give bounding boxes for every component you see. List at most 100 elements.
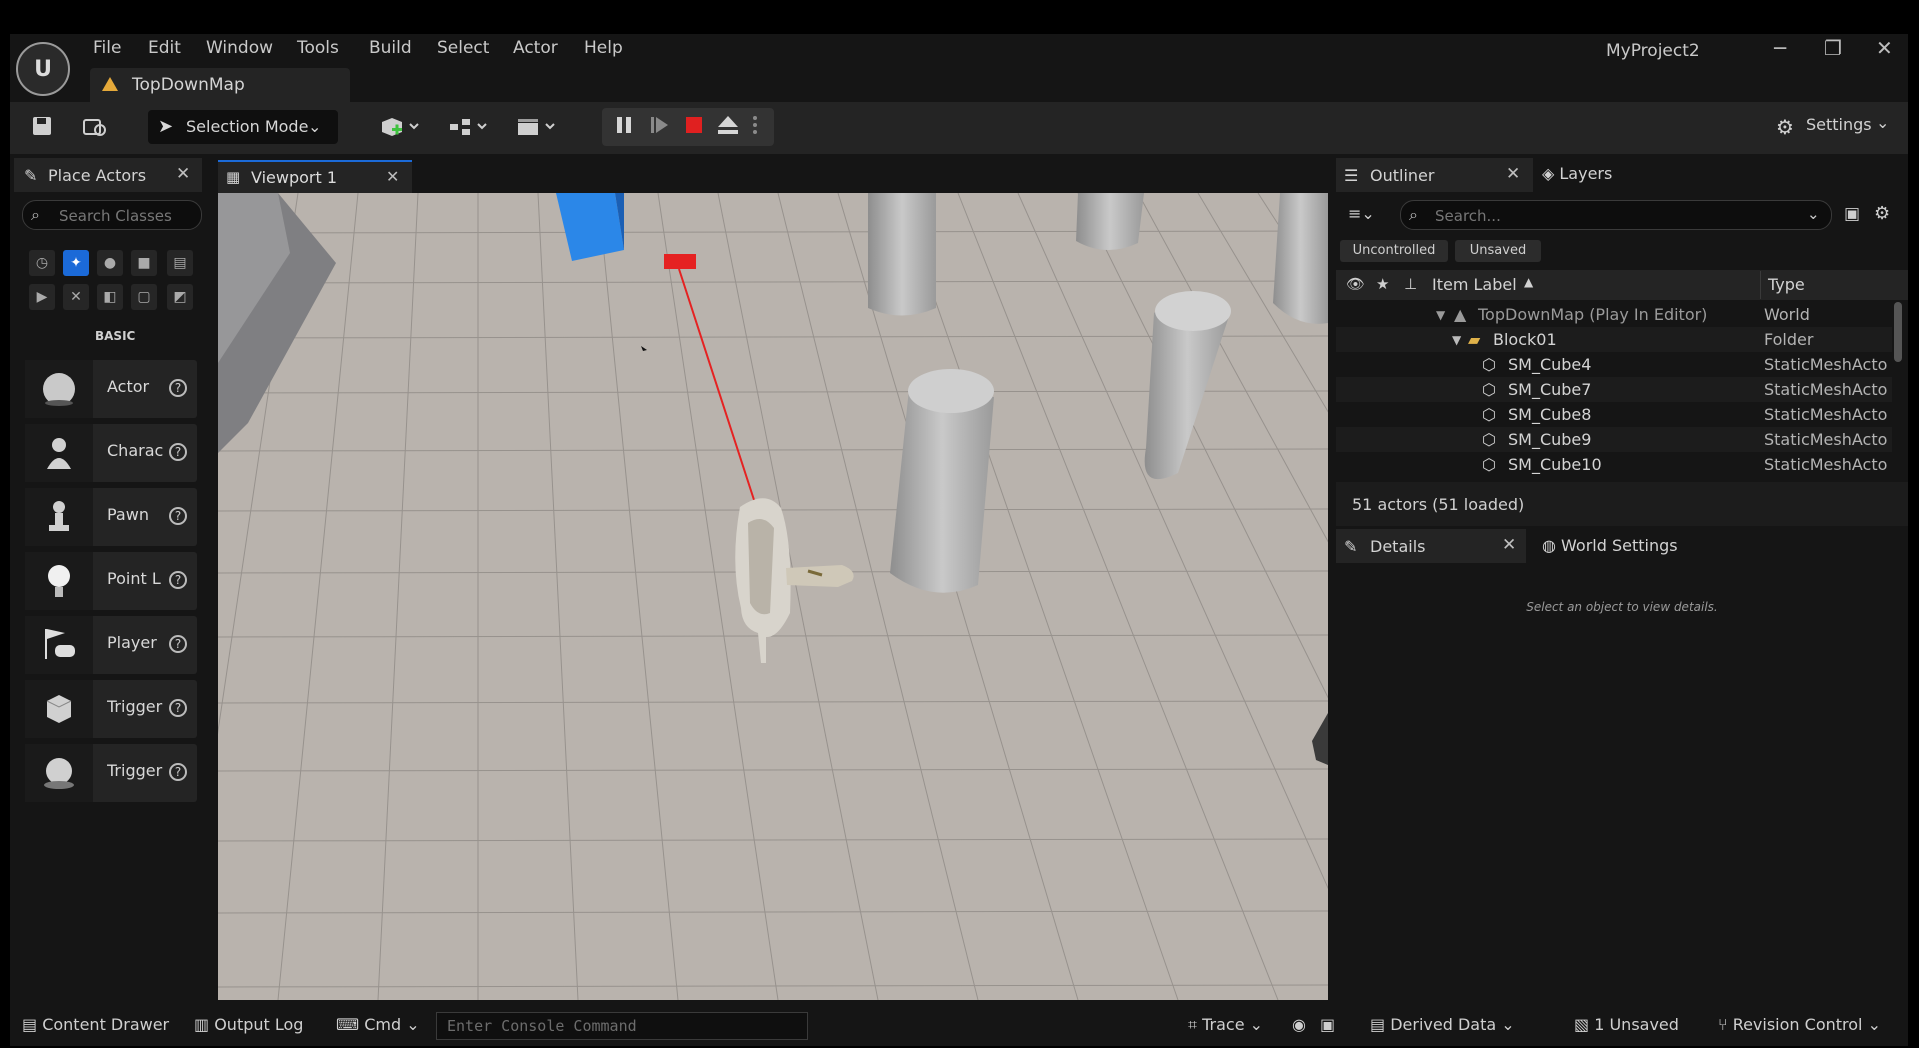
search-icon: ⌕ (1409, 205, 1418, 224)
cinematic-category-icon[interactable]: ▤ (167, 250, 193, 276)
help-icon[interactable]: ? (169, 635, 187, 653)
table-row[interactable]: ▼ ▰ Block01 Folder (1336, 327, 1892, 352)
lights-icon[interactable]: ● (97, 250, 123, 276)
save-icon[interactable] (29, 114, 55, 140)
outliner-scrollbar[interactable] (1894, 302, 1902, 362)
search-classes-placeholder: Search Classes (59, 207, 172, 225)
volumes-icon[interactable]: ◧ (97, 284, 123, 310)
filter-unsaved[interactable]: Unsaved (1455, 240, 1541, 262)
add-actor-icon[interactable] (376, 114, 424, 140)
close-icon[interactable]: ✕ (1876, 36, 1893, 60)
selection-mode-dropdown[interactable]: ➤ Selection Mode ⌄ (148, 110, 338, 144)
help-icon[interactable]: ? (169, 443, 187, 461)
all-classes-icon[interactable]: ▢ (131, 284, 157, 310)
blueprint-icon[interactable] (444, 114, 492, 140)
menu-actor[interactable]: Actor (513, 38, 558, 58)
actor-item-actor[interactable]: Actor ? (25, 360, 197, 418)
menu-edit[interactable]: Edit (148, 38, 181, 58)
table-row[interactable]: ⬡ SM_Cube4 StaticMeshActo (1336, 352, 1892, 377)
derived-data-dropdown[interactable]: ▤ Derived Data ⌄ (1370, 1015, 1515, 1034)
cinematics-icon[interactable] (512, 114, 560, 140)
level-viewport[interactable] (218, 193, 1328, 1000)
expand-arrow-icon[interactable]: ▼ (1452, 333, 1461, 347)
layers-tab[interactable]: ◈ Layers (1542, 164, 1612, 183)
table-row[interactable]: ⬡ SM_Cube8 StaticMeshActo (1336, 402, 1892, 427)
close-details-icon[interactable]: ✕ (1502, 535, 1516, 555)
settings-button[interactable]: Settings (1806, 115, 1872, 134)
place-actors-tab-label: Place Actors (48, 166, 147, 185)
outliner-search-input[interactable]: ⌕ Search... ⌄ (1400, 200, 1832, 230)
filter-uncontrolled[interactable]: Uncontrolled (1340, 240, 1448, 262)
place-actors-tab[interactable]: ✎ Place Actors ✕ (14, 158, 202, 192)
actor-item-player-start[interactable]: Player ? (25, 616, 197, 674)
console-command-input[interactable]: Enter Console Command (436, 1012, 808, 1040)
menu-tools[interactable]: Tools (297, 38, 339, 58)
type-column[interactable]: Type (1768, 275, 1805, 294)
menu-window[interactable]: Window (206, 38, 273, 58)
expand-arrow-icon[interactable]: ▼ (1436, 308, 1445, 322)
menu-help[interactable]: Help (584, 38, 623, 58)
item-label-column[interactable]: Item Label (1432, 275, 1517, 294)
close-outliner-icon[interactable]: ✕ (1506, 164, 1520, 184)
outliner-settings-icon[interactable]: ⚙ (1874, 203, 1890, 224)
table-row[interactable]: ⬡ SM_Cube9 StaticMeshActo (1336, 427, 1892, 452)
help-icon[interactable]: ? (169, 571, 187, 589)
visibility-icon[interactable]: 👁 (1346, 275, 1365, 293)
help-icon[interactable]: ? (169, 699, 187, 717)
unreal-logo-icon[interactable]: U (16, 42, 70, 96)
close-viewport-icon[interactable]: ✕ (386, 167, 399, 186)
actor-item-point-light[interactable]: Point L ? (25, 552, 197, 610)
browse-icon[interactable] (82, 114, 108, 140)
world-settings-tab[interactable]: ◍ World Settings (1542, 536, 1678, 555)
trace-dropdown[interactable]: ⌗ Trace ⌄ (1188, 1015, 1263, 1035)
more-options-icon[interactable] (748, 114, 762, 140)
place-actors-icon: ✎ (24, 166, 38, 185)
content-drawer-button[interactable]: ▤ Content Drawer (22, 1015, 169, 1034)
visual-effects-icon[interactable]: ▶ (29, 284, 55, 310)
table-row[interactable]: ⬡ SM_Cube10 StaticMeshActo (1336, 452, 1892, 477)
outliner-tab[interactable]: ☰ Outliner ✕ (1336, 158, 1533, 192)
pause-icon[interactable] (611, 114, 637, 140)
menu-select[interactable]: Select (437, 38, 489, 58)
menu-file[interactable]: File (93, 38, 121, 58)
shapes-icon[interactable]: ■ (131, 250, 157, 276)
revision-control-dropdown[interactable]: ⑂ Revision Control ⌄ (1718, 1015, 1881, 1034)
search-classes-input[interactable]: ⌕ Search Classes (22, 200, 202, 230)
stop-icon[interactable] (681, 114, 707, 140)
geometry-icon[interactable]: ✕ (63, 284, 89, 310)
actor-item-pawn[interactable]: Pawn ? (25, 488, 197, 546)
camera-icon[interactable]: ▣ (1320, 1015, 1335, 1034)
help-icon[interactable]: ? (169, 379, 187, 397)
actor-item-character[interactable]: Charac ? (25, 424, 197, 482)
other-icon[interactable]: ◩ (167, 284, 193, 310)
viewport-tab[interactable]: ▦ Viewport 1 ✕ (218, 160, 412, 194)
map-tab[interactable]: TopDownMap (90, 68, 350, 102)
recent-icon[interactable]: ◷ (29, 250, 55, 276)
table-row[interactable]: ▼ ▲ TopDownMap (Play In Editor) World (1336, 302, 1892, 327)
unsaved-button[interactable]: ▧ 1 Unsaved (1574, 1015, 1679, 1034)
column-divider[interactable] (1760, 271, 1761, 299)
table-row[interactable]: ⬡ SM_Cube7 StaticMeshActo (1336, 377, 1892, 402)
actor-item-trigger-box[interactable]: Trigger ? (25, 680, 197, 738)
basic-category-icon[interactable]: ✦ (63, 250, 89, 276)
help-icon[interactable]: ? (169, 763, 187, 781)
search-dropdown-icon[interactable]: ⌄ (1807, 205, 1820, 223)
eject-icon[interactable] (715, 114, 741, 140)
output-log-button[interactable]: ▥ Output Log (194, 1015, 303, 1034)
new-folder-icon[interactable]: ▣ (1844, 204, 1860, 224)
minimize-icon[interactable]: ─ (1774, 36, 1786, 60)
restore-icon[interactable]: ❐ (1824, 36, 1842, 60)
pin-icon[interactable]: ⊥ (1404, 275, 1417, 293)
filter-icon[interactable]: ≡⌄ (1348, 204, 1375, 223)
star-icon[interactable]: ★ (1376, 275, 1389, 293)
resume-icon[interactable] (646, 114, 672, 140)
category-label: BASIC (95, 329, 136, 343)
cmd-dropdown[interactable]: ⌨ Cmd ⌄ (336, 1015, 420, 1034)
menu-build[interactable]: Build (369, 38, 412, 58)
close-place-actors-icon[interactable]: ✕ (176, 164, 190, 184)
actor-item-trigger-sphere[interactable]: Trigger ? (25, 744, 197, 802)
help-icon[interactable]: ? (169, 507, 187, 525)
details-tab[interactable]: ✎ Details ✕ (1336, 529, 1526, 563)
record-icon[interactable]: ◉ (1292, 1015, 1306, 1034)
world-settings-label: World Settings (1561, 536, 1678, 555)
